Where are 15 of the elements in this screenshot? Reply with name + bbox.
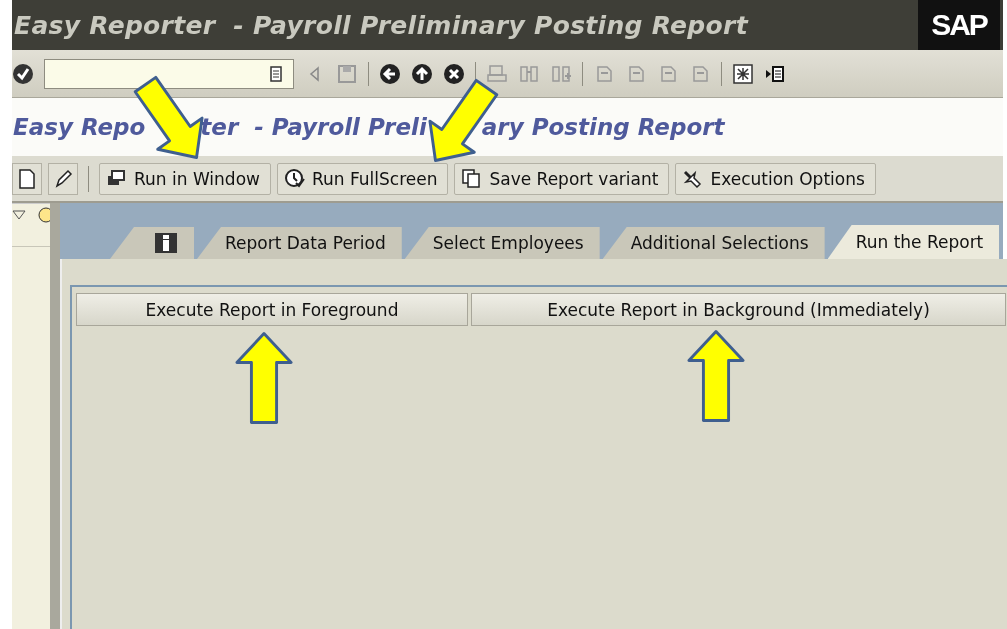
toolbar-button[interactable]: Execution Options bbox=[675, 162, 876, 195]
toolbar-button[interactable]: Run FullScreen bbox=[276, 162, 449, 195]
tab[interactable]: Additional Selections bbox=[602, 227, 825, 259]
tab[interactable]: Run the Report bbox=[827, 225, 1000, 259]
toolbar-button[interactable]: Save Report variant bbox=[454, 162, 670, 195]
screen-title: ter - Payroll Preli bbox=[199, 114, 427, 140]
sap-logo: SAP bbox=[918, 0, 1000, 50]
window-title: Easy Reporter - Payroll Preliminary Posting Report bbox=[13, 10, 748, 40]
tab[interactable]: Select Employees bbox=[404, 227, 600, 259]
screen-title: ary Posting Report bbox=[480, 114, 725, 140]
toolbar-button[interactable]: Run in Window bbox=[99, 162, 271, 195]
execute-button[interactable]: Execute Report in Foreground bbox=[76, 293, 468, 326]
execute-button[interactable]: Execute Report in Background (Immediately) bbox=[471, 293, 1006, 326]
tab[interactable]: Report Data Period bbox=[197, 227, 402, 259]
screen-title: Easy Repo bbox=[12, 114, 146, 140]
